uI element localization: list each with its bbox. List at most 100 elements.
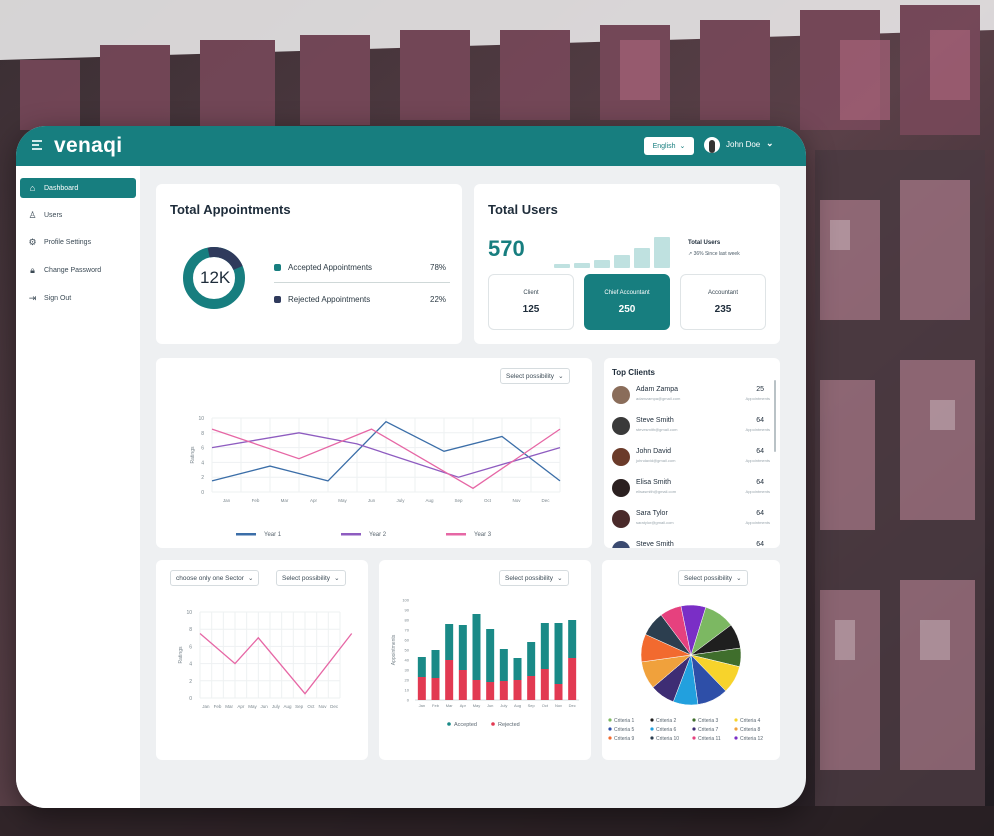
bar-rejected: [458, 670, 467, 700]
x-tick-label: Aug: [425, 498, 434, 503]
x-tick-label: Aug: [283, 704, 292, 709]
y-tick-label: 10: [186, 610, 192, 616]
y-tick-label: 90: [405, 608, 410, 613]
bar-rejected: [540, 669, 549, 700]
trend-bar: [634, 248, 650, 268]
appointment-count: 64: [756, 417, 764, 424]
list-item[interactable]: Elisa Smith elisasmith@gmail.com 64 Appoint…: [612, 477, 770, 503]
appointment-count: 25: [756, 386, 764, 393]
y-tick-label: 2: [189, 679, 192, 685]
x-tick-label: Sep: [528, 703, 536, 708]
bar-rejected: [499, 681, 508, 700]
x-tick-label: Nov: [555, 703, 562, 708]
chevron-down-icon[interactable]: ⌄: [766, 138, 774, 149]
legend-label: Criteria 8: [740, 727, 761, 733]
y-axis-label: Ratings: [178, 646, 184, 663]
sidebar-item-sign-out[interactable]: ⇥ Sign Out: [20, 288, 136, 308]
users-trend-bars: [554, 232, 680, 268]
legend-label: Criteria 3: [698, 718, 719, 724]
list-item[interactable]: Adam Zampa adamzampa@gmail.com 25 Appointme…: [612, 384, 770, 410]
legend-label: Year 3: [474, 532, 492, 538]
x-tick-label: Dec: [569, 703, 576, 708]
avatar: [612, 448, 630, 466]
legend-label: Year 1: [264, 532, 282, 538]
x-tick-label: Oct: [307, 704, 315, 709]
legend-swatch: [447, 722, 451, 726]
x-tick-label: Oct: [484, 498, 492, 503]
legend-swatch: [734, 718, 738, 722]
role-value: 250: [618, 303, 636, 315]
role-card-chief-accountant[interactable]: Chief Accountant 250: [584, 274, 670, 330]
x-tick-label: Sep: [454, 498, 463, 503]
y-tick-label: 60: [405, 638, 410, 643]
y-tick-label: 0: [201, 490, 204, 496]
hamburger-menu-icon[interactable]: [32, 140, 42, 150]
language-select[interactable]: English ⌄: [644, 137, 694, 155]
trend-bar: [614, 255, 630, 268]
app-logo[interactable]: venaqi: [54, 134, 122, 158]
legend-swatch: [734, 727, 738, 731]
ratings-line-chart-card: Select possibility ⌄ 0 2 4 6 8 10 Jan Feb Mar Apr…: [156, 358, 592, 548]
x-tick-label: May: [248, 704, 257, 709]
list-item[interactable]: Sara Tylor saratylor@gmail.com 64 Appointme…: [612, 508, 770, 534]
client-email: adamzampa@gmail.com: [636, 396, 681, 401]
y-tick-label: 0: [189, 696, 192, 702]
sidebar-item-change-password[interactable]: 🔒︎ Change Password: [20, 260, 136, 280]
trend-bar: [574, 262, 590, 268]
card-title: Top Clients: [612, 368, 655, 377]
sidebar-item-dashboard[interactable]: ⌂ Dashboard: [20, 178, 136, 198]
role-card-client[interactable]: Client 125: [488, 274, 574, 330]
client-name: Elisa Smith: [636, 479, 672, 486]
x-tick-label: Apr: [237, 704, 245, 709]
bar-accepted: [499, 649, 508, 681]
bar-accepted: [445, 624, 454, 660]
legend-swatch: [650, 736, 654, 740]
scrollbar[interactable]: [774, 380, 776, 452]
y-tick-label: 4: [201, 460, 204, 466]
bar-rejected: [445, 660, 454, 700]
client-name: Steve Smith: [636, 417, 674, 424]
legend-label: Accepted: [454, 722, 477, 728]
x-tick-label: Aug: [514, 703, 521, 708]
legend-swatch: [734, 736, 738, 740]
user-name[interactable]: John Doe: [726, 140, 760, 149]
x-tick-label: Jun: [261, 704, 269, 709]
legend-label: Criteria 4: [740, 718, 761, 724]
y-axis-label: Ratings: [190, 446, 196, 463]
appointment-count: 64: [756, 479, 764, 486]
sidebar-item-users[interactable]: ♙ Users: [20, 205, 136, 225]
role-card-accountant[interactable]: Accountant 235: [680, 274, 766, 330]
top-clients-card: Top Clients Adam Zampa adamzampa@gmail.co…: [604, 358, 780, 548]
avatar: [612, 417, 630, 435]
list-item[interactable]: Steve Smith stevesmith@gmail.com 64 Appoint…: [612, 415, 770, 441]
bar-rejected: [417, 677, 426, 700]
avatar: [612, 386, 630, 404]
avatar: [612, 479, 630, 497]
x-tick-label: May: [473, 703, 481, 708]
legend-swatch: [491, 722, 495, 726]
x-tick-label: Dec: [330, 704, 339, 709]
user-avatar[interactable]: [704, 137, 720, 153]
legend-accepted: Accepted Appointments: [274, 263, 372, 272]
legend-swatch: [692, 718, 696, 722]
legend-label: Criteria 1: [614, 718, 635, 724]
y-tick-label: 10: [198, 416, 204, 422]
appointment-label: Appointments: [745, 520, 770, 525]
sidebar-item-label: Dashboard: [44, 184, 79, 192]
bar-rejected: [554, 684, 563, 700]
client-email: elisasmith@gmail.com: [636, 489, 677, 494]
list-item[interactable]: Steve Smith 64: [612, 539, 770, 548]
avatar: [612, 510, 630, 528]
bar-rejected: [513, 680, 522, 700]
x-tick-label: Oct: [542, 703, 549, 708]
appointment-count: 64: [756, 541, 764, 548]
sidebar-item-profile-settings[interactable]: ⚙ Profile Settings: [20, 232, 136, 252]
legend-label: Criteria 12: [740, 736, 763, 742]
y-tick-label: 10: [405, 688, 410, 693]
trend-bar: [554, 264, 570, 268]
home-icon: ⌂: [29, 183, 36, 193]
client-name: Sara Tylor: [636, 510, 668, 517]
legend-label: Criteria 7: [698, 727, 719, 733]
appointment-count: 64: [756, 510, 764, 517]
list-item[interactable]: John David johndavid@gmail.com 64 Appointme…: [612, 446, 770, 472]
